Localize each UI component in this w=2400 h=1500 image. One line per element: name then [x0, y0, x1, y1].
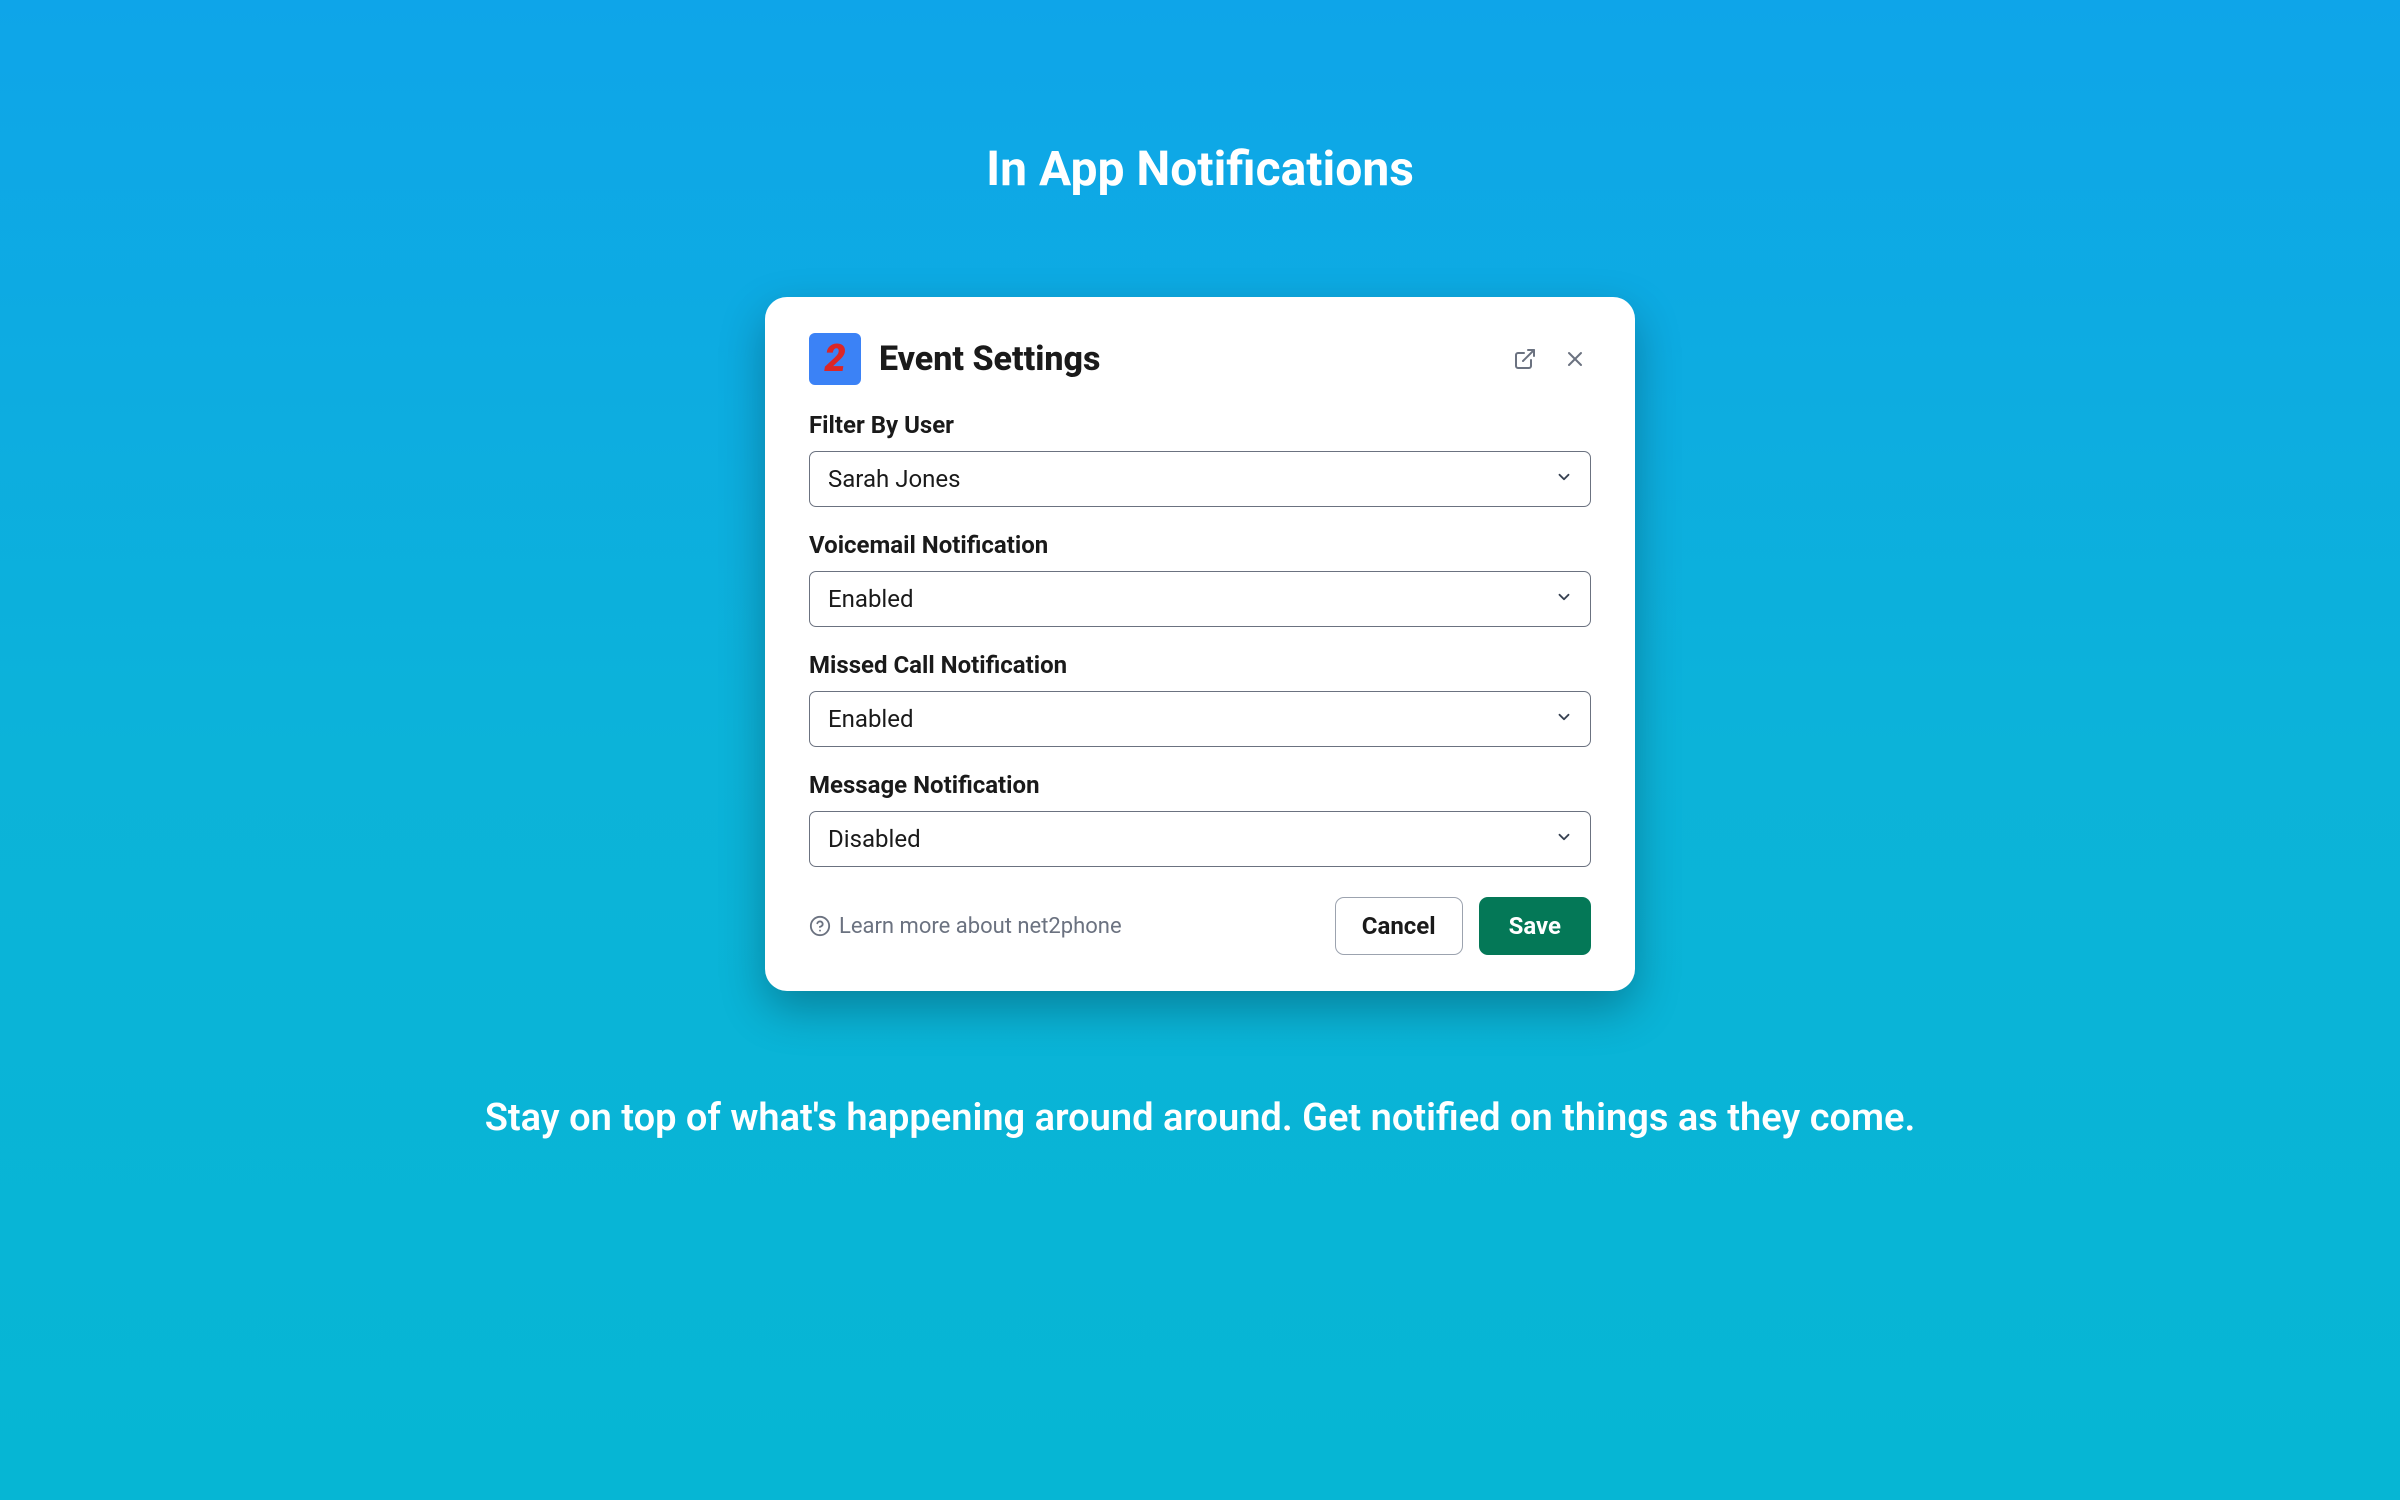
close-button[interactable]	[1559, 343, 1591, 375]
message-notification-select-wrapper: Disabled	[809, 811, 1591, 867]
page-title: In App Notifications	[986, 140, 1414, 197]
help-icon	[809, 915, 831, 937]
filter-by-user-label: Filter By User	[809, 411, 1591, 439]
message-notification-field: Message Notification Disabled	[809, 771, 1591, 867]
button-group: Cancel Save	[1335, 897, 1591, 955]
app-logo-text: 2	[824, 337, 845, 381]
missed-call-notification-label: Missed Call Notification	[809, 651, 1591, 679]
missed-call-notification-select-wrapper: Enabled	[809, 691, 1591, 747]
filter-by-user-select[interactable]: Sarah Jones	[809, 451, 1591, 507]
event-settings-modal: 2 Event Settings Filter By User Sarah Jo	[765, 297, 1635, 991]
help-link[interactable]: Learn more about net2phone	[809, 914, 1335, 939]
modal-header: 2 Event Settings	[809, 333, 1591, 385]
external-link-button[interactable]	[1509, 343, 1541, 375]
voicemail-notification-select[interactable]: Enabled	[809, 571, 1591, 627]
save-button[interactable]: Save	[1479, 897, 1591, 955]
filter-by-user-select-wrapper: Sarah Jones	[809, 451, 1591, 507]
modal-footer: Learn more about net2phone Cancel Save	[809, 897, 1591, 955]
external-link-icon	[1513, 347, 1537, 371]
message-notification-label: Message Notification	[809, 771, 1591, 799]
message-notification-select[interactable]: Disabled	[809, 811, 1591, 867]
page-subtitle: Stay on top of what's happening around a…	[485, 1096, 1916, 1140]
voicemail-notification-field: Voicemail Notification Enabled	[809, 531, 1591, 627]
cancel-button[interactable]: Cancel	[1335, 897, 1463, 955]
help-text: Learn more about net2phone	[839, 914, 1122, 939]
modal-title: Event Settings	[879, 339, 1509, 379]
header-actions	[1509, 343, 1591, 375]
close-icon	[1563, 347, 1587, 371]
voicemail-notification-label: Voicemail Notification	[809, 531, 1591, 559]
app-logo: 2	[809, 333, 861, 385]
missed-call-notification-field: Missed Call Notification Enabled	[809, 651, 1591, 747]
missed-call-notification-select[interactable]: Enabled	[809, 691, 1591, 747]
voicemail-notification-select-wrapper: Enabled	[809, 571, 1591, 627]
filter-by-user-field: Filter By User Sarah Jones	[809, 411, 1591, 507]
